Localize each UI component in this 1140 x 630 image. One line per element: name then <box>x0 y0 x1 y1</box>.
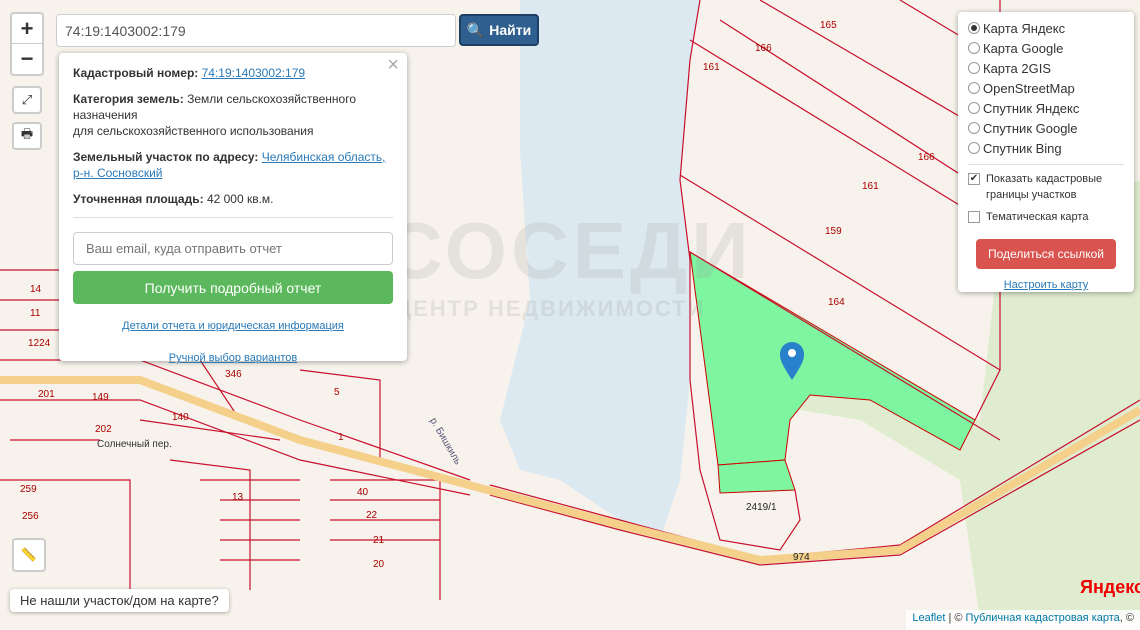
parcel-label: 201 <box>38 389 55 400</box>
parcel-label: 140 <box>172 412 189 423</box>
layer-switcher: Карта Яндекс Карта Google Карта 2GIS Ope… <box>958 12 1134 292</box>
layer-label: Спутник Bing <box>983 140 1062 156</box>
parcel-label: 164 <box>828 297 845 308</box>
parcel-label: 166 <box>755 43 772 54</box>
parcel-label: 5 <box>334 387 340 398</box>
radio-icon <box>968 82 980 94</box>
parcel-label: 166 <box>918 152 935 163</box>
address-label: Земельный участок по адресу: <box>73 150 259 164</box>
area-label: Уточненная площадь: <box>73 192 204 206</box>
parcel-label: 1 <box>338 432 344 443</box>
parcel-label: 11 <box>30 308 41 319</box>
layer-option-bing-satellite[interactable]: Спутник Bing <box>968 138 1124 158</box>
expand-icon: ⤢ <box>21 92 33 107</box>
parcel-label: 165 <box>820 20 837 31</box>
close-icon[interactable]: × <box>387 55 399 75</box>
show-cadastral-borders-checkbox[interactable]: ✔ Показать кадастровые границы участков <box>968 171 1124 203</box>
layer-option-yandex-map[interactable]: Карта Яндекс <box>968 18 1124 38</box>
parcel-label: 256 <box>22 511 39 522</box>
radio-icon <box>968 122 980 134</box>
radio-icon <box>968 102 980 114</box>
parcel-label: 20 <box>373 559 385 570</box>
layer-label: Спутник Google <box>983 120 1078 136</box>
attribution-separator: | © <box>945 612 966 624</box>
layer-label: Карта 2GIS <box>983 60 1052 76</box>
zoom-in-button[interactable]: + <box>12 14 42 44</box>
layer-label: OpenStreetMap <box>983 80 1075 96</box>
report-details-link[interactable]: Детали отчета и юридическая информация <box>122 320 344 332</box>
share-link-button[interactable]: Поделиться ссылкой <box>976 239 1116 269</box>
attribution: Leaflet | © Публичная кадастровая карта,… <box>906 610 1140 630</box>
zoom-control: + − <box>10 12 44 76</box>
parcel-label: 1224 <box>28 338 51 349</box>
layer-option-osm[interactable]: OpenStreetMap <box>968 78 1124 98</box>
search-button-label: Найти <box>489 22 532 38</box>
parcel <box>717 459 796 494</box>
measure-button[interactable]: 📏 <box>12 538 46 572</box>
thematic-map-checkbox[interactable]: Тематическая карта <box>968 209 1124 225</box>
configure-map-link[interactable]: Настроить карту <box>1004 279 1089 291</box>
area-value: 42 000 кв.м. <box>206 192 274 206</box>
layer-option-yandex-satellite[interactable]: Спутник Яндекс <box>968 98 1124 118</box>
parcel-label: 159 <box>825 226 842 237</box>
parcel-info-popup: × Кадастровый номер: 74:19:1403002:179 К… <box>59 53 407 364</box>
parcel-label: 974 <box>793 552 810 563</box>
parcel-label: 202 <box>95 424 112 435</box>
watermark-subtitle: ЦЕНТР НЕДВИЖИМОСТИ <box>395 296 706 321</box>
parcel-label: 40 <box>357 487 369 498</box>
ruler-icon: 📏 <box>20 547 38 562</box>
search-button[interactable]: 🔍 Найти <box>459 14 539 46</box>
search-icon: 🔍 <box>466 21 485 38</box>
parcel-label: 14 <box>30 284 42 295</box>
land-use-value: для сельскохозяйственного использования <box>73 124 314 138</box>
layer-option-2gis-map[interactable]: Карта 2GIS <box>968 58 1124 78</box>
street-label: Солнечный пер. <box>97 439 172 450</box>
watermark: СОСЕДИ <box>385 206 753 295</box>
layer-label: Карта Google <box>983 40 1064 56</box>
parcel-label: 22 <box>366 510 378 521</box>
cadastral-number-link[interactable]: 74:19:1403002:179 <box>202 66 305 80</box>
checkbox-label: Тематическая карта <box>986 211 1089 223</box>
not-found-button[interactable]: Не нашли участок/дом на карте? <box>10 589 229 612</box>
parcel-label: 161 <box>862 181 879 192</box>
print-icon: 🖶 <box>20 126 34 141</box>
zoom-out-button[interactable]: − <box>12 44 42 74</box>
parcel-label: 13 <box>232 492 244 503</box>
checkmark-icon: ✔ <box>968 173 980 185</box>
get-report-button[interactable]: Получить подробный отчет <box>73 271 393 304</box>
radio-icon <box>968 62 980 74</box>
fullscreen-button[interactable]: ⤢ <box>12 86 42 114</box>
print-button[interactable]: 🖶 <box>12 122 42 150</box>
parcel-label: 346 <box>225 369 242 380</box>
layer-label: Карта Яндекс <box>983 20 1066 36</box>
manual-selection-link[interactable]: Ручной выбор вариантов <box>169 352 297 364</box>
checkbox-label: Показать кадастровые границы участков <box>986 173 1103 201</box>
radio-icon <box>968 22 980 34</box>
layer-label: Спутник Яндекс <box>983 100 1080 116</box>
pkk-link[interactable]: Публичная кадастровая карта <box>966 612 1120 624</box>
land-category-label: Категория земель: <box>73 92 184 106</box>
yandex-logo: Яндекс <box>1080 577 1140 597</box>
radio-icon <box>968 142 980 154</box>
checkbox-icon <box>968 211 980 223</box>
parcel-label: 259 <box>20 484 37 495</box>
parcel-label: 21 <box>373 535 385 546</box>
parcel-label: 149 <box>92 392 109 403</box>
search-input[interactable] <box>56 14 456 47</box>
email-input[interactable] <box>73 232 393 265</box>
attribution-tail: , © <box>1119 612 1134 624</box>
cadastral-number-label: Кадастровый номер: <box>73 66 199 80</box>
parcel-label: 2419/1 <box>746 502 777 513</box>
parcel-label: 161 <box>703 62 720 73</box>
leaflet-link[interactable]: Leaflet <box>912 612 945 624</box>
layer-option-google-map[interactable]: Карта Google <box>968 38 1124 58</box>
radio-icon <box>968 42 980 54</box>
layer-option-google-satellite[interactable]: Спутник Google <box>968 118 1124 138</box>
